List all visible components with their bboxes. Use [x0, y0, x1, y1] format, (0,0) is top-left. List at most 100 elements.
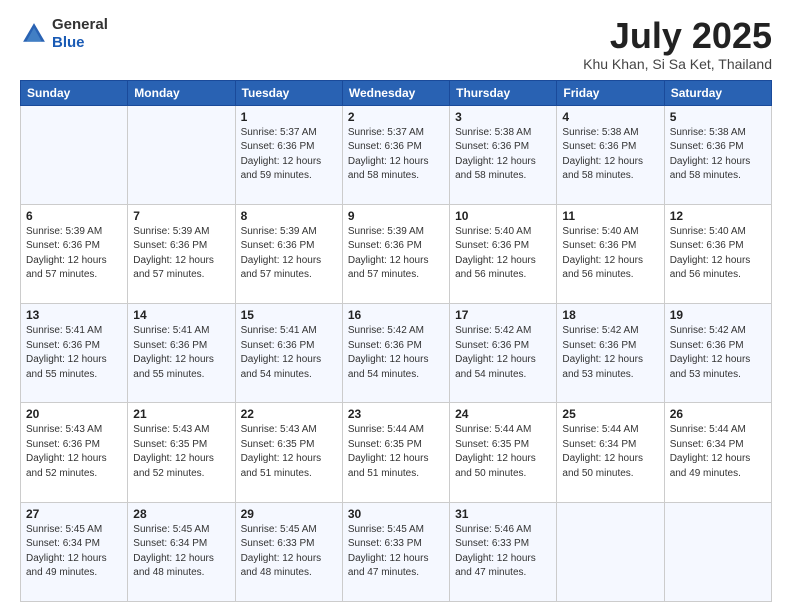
- calendar-cell: 30 Sunrise: 5:45 AM Sunset: 6:33 PM Dayli…: [342, 502, 449, 601]
- logo-icon: [20, 20, 48, 48]
- weekday-header: Wednesday: [342, 80, 449, 105]
- calendar-cell: 22 Sunrise: 5:43 AM Sunset: 6:35 PM Dayli…: [235, 403, 342, 502]
- day-detail: Sunrise: 5:45 AM Sunset: 6:34 PM Dayligh…: [26, 523, 122, 581]
- day-number: 1: [241, 110, 337, 124]
- day-number: 13: [26, 308, 122, 322]
- day-detail: Sunrise: 5:43 AM Sunset: 6:35 PM Dayligh…: [241, 423, 337, 481]
- weekday-row: SundayMondayTuesdayWednesdayThursdayFrid…: [21, 80, 772, 105]
- calendar-cell: 29Sunrise: 5:45 AM Sunset: 6:33 PM Dayli…: [235, 502, 342, 601]
- calendar-week-row: 6 Sunrise: 5:39 AM Sunset: 6:36 PM Daylig…: [21, 204, 772, 303]
- page: General Blue July 2025 Khu Khan, Si Sa K…: [0, 0, 792, 612]
- day-detail: Sunrise: 5:45 AM Sunset: 6:33 PM Dayligh…: [348, 523, 444, 581]
- calendar-cell: 20Sunrise: 5:43 AM Sunset: 6:36 PM Dayli…: [21, 403, 128, 502]
- weekday-header: Saturday: [664, 80, 771, 105]
- day-number: 27: [26, 507, 122, 521]
- day-detail: Sunrise: 5:44 AM Sunset: 6:34 PM Dayligh…: [670, 423, 766, 481]
- day-number: 31: [455, 507, 551, 521]
- calendar-cell: 11 Sunrise: 5:40 AM Sunset: 6:36 PM Dayli…: [557, 204, 664, 303]
- day-detail: Sunrise: 5:39 AM Sunset: 6:36 PM Dayligh…: [241, 225, 337, 283]
- day-number: 6: [26, 209, 122, 223]
- calendar-cell: 2 Sunrise: 5:37 AM Sunset: 6:36 PM Daylig…: [342, 105, 449, 204]
- calendar-cell: 4Sunrise: 5:38 AM Sunset: 6:36 PM Daylig…: [557, 105, 664, 204]
- weekday-header: Sunday: [21, 80, 128, 105]
- logo: General Blue: [20, 16, 108, 52]
- calendar-header: SundayMondayTuesdayWednesdayThursdayFrid…: [21, 80, 772, 105]
- calendar-week-row: 13 Sunrise: 5:41 AM Sunset: 6:36 PM Dayli…: [21, 304, 772, 403]
- logo-blue: Blue: [52, 34, 108, 52]
- day-number: 19: [670, 308, 766, 322]
- calendar-cell: 6Sunrise: 5:39 AM Sunset: 6:36 PM Daylig…: [21, 204, 128, 303]
- weekday-header: Thursday: [450, 80, 557, 105]
- calendar-cell: [128, 105, 235, 204]
- day-detail: Sunrise: 5:38 AM Sunset: 6:36 PM Dayligh…: [670, 126, 766, 184]
- day-number: 24: [455, 407, 551, 421]
- calendar-week-row: 1 Sunrise: 5:37 AM Sunset: 6:36 PM Daylig…: [21, 105, 772, 204]
- calendar-table: SundayMondayTuesdayWednesdayThursdayFrid…: [20, 80, 772, 602]
- calendar-week-row: 20Sunrise: 5:43 AM Sunset: 6:36 PM Dayli…: [21, 403, 772, 502]
- calendar-cell: 18Sunrise: 5:42 AM Sunset: 6:36 PM Dayli…: [557, 304, 664, 403]
- day-detail: Sunrise: 5:39 AM Sunset: 6:36 PM Dayligh…: [133, 225, 229, 283]
- day-detail: Sunrise: 5:43 AM Sunset: 6:35 PM Dayligh…: [133, 423, 229, 481]
- day-number: 21: [133, 407, 229, 421]
- month-title: July 2025: [583, 16, 772, 56]
- day-detail: Sunrise: 5:37 AM Sunset: 6:36 PM Dayligh…: [348, 126, 444, 184]
- day-detail: Sunrise: 5:39 AM Sunset: 6:36 PM Dayligh…: [348, 225, 444, 283]
- calendar-cell: 8Sunrise: 5:39 AM Sunset: 6:36 PM Daylig…: [235, 204, 342, 303]
- day-detail: Sunrise: 5:41 AM Sunset: 6:36 PM Dayligh…: [26, 324, 122, 382]
- calendar-cell: 10Sunrise: 5:40 AM Sunset: 6:36 PM Dayli…: [450, 204, 557, 303]
- day-detail: Sunrise: 5:42 AM Sunset: 6:36 PM Dayligh…: [348, 324, 444, 382]
- day-number: 9: [348, 209, 444, 223]
- calendar-cell: 27 Sunrise: 5:45 AM Sunset: 6:34 PM Dayli…: [21, 502, 128, 601]
- calendar-cell: 9 Sunrise: 5:39 AM Sunset: 6:36 PM Daylig…: [342, 204, 449, 303]
- day-number: 18: [562, 308, 658, 322]
- day-detail: Sunrise: 5:40 AM Sunset: 6:36 PM Dayligh…: [670, 225, 766, 283]
- day-detail: Sunrise: 5:46 AM Sunset: 6:33 PM Dayligh…: [455, 523, 551, 581]
- calendar-cell: 16 Sunrise: 5:42 AM Sunset: 6:36 PM Dayli…: [342, 304, 449, 403]
- calendar-cell: 15Sunrise: 5:41 AM Sunset: 6:36 PM Dayli…: [235, 304, 342, 403]
- day-detail: Sunrise: 5:37 AM Sunset: 6:36 PM Dayligh…: [241, 126, 337, 184]
- calendar-cell: 21 Sunrise: 5:43 AM Sunset: 6:35 PM Dayli…: [128, 403, 235, 502]
- calendar-cell: 25 Sunrise: 5:44 AM Sunset: 6:34 PM Dayli…: [557, 403, 664, 502]
- calendar-cell: [664, 502, 771, 601]
- day-number: 16: [348, 308, 444, 322]
- calendar-cell: 28Sunrise: 5:45 AM Sunset: 6:34 PM Dayli…: [128, 502, 235, 601]
- day-number: 2: [348, 110, 444, 124]
- calendar-body: 1 Sunrise: 5:37 AM Sunset: 6:36 PM Daylig…: [21, 105, 772, 601]
- day-detail: Sunrise: 5:38 AM Sunset: 6:36 PM Dayligh…: [455, 126, 551, 184]
- calendar-cell: [557, 502, 664, 601]
- title-block: July 2025 Khu Khan, Si Sa Ket, Thailand: [583, 16, 772, 72]
- calendar-cell: 1 Sunrise: 5:37 AM Sunset: 6:36 PM Daylig…: [235, 105, 342, 204]
- calendar-cell: 12 Sunrise: 5:40 AM Sunset: 6:36 PM Dayli…: [664, 204, 771, 303]
- day-detail: Sunrise: 5:41 AM Sunset: 6:36 PM Dayligh…: [133, 324, 229, 382]
- day-number: 23: [348, 407, 444, 421]
- day-number: 12: [670, 209, 766, 223]
- day-number: 25: [562, 407, 658, 421]
- weekday-header: Friday: [557, 80, 664, 105]
- day-detail: Sunrise: 5:44 AM Sunset: 6:35 PM Dayligh…: [348, 423, 444, 481]
- calendar-cell: 19 Sunrise: 5:42 AM Sunset: 6:36 PM Dayli…: [664, 304, 771, 403]
- day-detail: Sunrise: 5:40 AM Sunset: 6:36 PM Dayligh…: [562, 225, 658, 283]
- day-number: 17: [455, 308, 551, 322]
- day-number: 3: [455, 110, 551, 124]
- weekday-header: Monday: [128, 80, 235, 105]
- day-number: 10: [455, 209, 551, 223]
- day-number: 5: [670, 110, 766, 124]
- calendar-cell: 14 Sunrise: 5:41 AM Sunset: 6:36 PM Dayli…: [128, 304, 235, 403]
- calendar-cell: 5 Sunrise: 5:38 AM Sunset: 6:36 PM Daylig…: [664, 105, 771, 204]
- day-number: 22: [241, 407, 337, 421]
- day-number: 26: [670, 407, 766, 421]
- day-number: 11: [562, 209, 658, 223]
- day-detail: Sunrise: 5:42 AM Sunset: 6:36 PM Dayligh…: [670, 324, 766, 382]
- day-detail: Sunrise: 5:43 AM Sunset: 6:36 PM Dayligh…: [26, 423, 122, 481]
- day-detail: Sunrise: 5:41 AM Sunset: 6:36 PM Dayligh…: [241, 324, 337, 382]
- day-detail: Sunrise: 5:44 AM Sunset: 6:35 PM Dayligh…: [455, 423, 551, 481]
- day-number: 14: [133, 308, 229, 322]
- day-number: 30: [348, 507, 444, 521]
- header: General Blue July 2025 Khu Khan, Si Sa K…: [20, 16, 772, 72]
- calendar-cell: 31 Sunrise: 5:46 AM Sunset: 6:33 PM Dayli…: [450, 502, 557, 601]
- calendar-cell: [21, 105, 128, 204]
- calendar-cell: 7Sunrise: 5:39 AM Sunset: 6:36 PM Daylig…: [128, 204, 235, 303]
- logo-text: General Blue: [52, 16, 108, 52]
- weekday-header: Tuesday: [235, 80, 342, 105]
- day-detail: Sunrise: 5:44 AM Sunset: 6:34 PM Dayligh…: [562, 423, 658, 481]
